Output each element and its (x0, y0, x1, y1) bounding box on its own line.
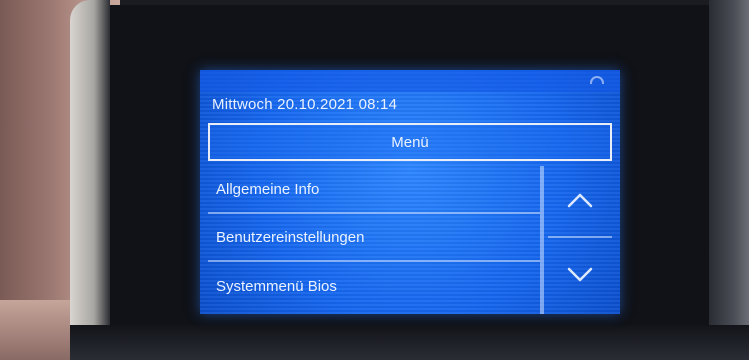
chevron-up-icon (567, 193, 593, 208)
menu-item-systemmenu-bios[interactable]: Systemmenü Bios (208, 262, 540, 310)
menu-title[interactable]: Menü (208, 123, 612, 161)
device-left-bezel (70, 0, 110, 360)
menu-title-label: Menü (391, 133, 429, 151)
menu-item-allgemeine-info[interactable]: Allgemeine Info (208, 166, 540, 214)
menu-item-label: Allgemeine Info (216, 180, 320, 198)
chevron-down-icon (567, 267, 593, 282)
menu-item-label: Systemmenü Bios (216, 277, 337, 295)
menu-item-benutzereinstellungen[interactable]: Benutzereinstellungen (208, 214, 540, 262)
scroll-down-button[interactable] (548, 238, 612, 310)
photo-hand-lower (0, 300, 80, 360)
wifi-icon (590, 76, 604, 84)
scroll-controls (548, 166, 612, 314)
date-time-label: Mittwoch 20.10.2021 08:14 (212, 96, 398, 113)
photo-background-right (709, 0, 749, 360)
status-strip (200, 70, 620, 92)
menu-item-label: Benutzereinstellungen (216, 228, 365, 246)
menu-list: Allgemeine Info Benutzereinstellungen Sy… (208, 166, 540, 310)
scroll-up-button[interactable] (548, 166, 612, 238)
touch-screen: Mittwoch 20.10.2021 08:14 Menü Allgemein… (200, 70, 620, 314)
device-bottom-edge (70, 325, 749, 360)
list-divider (540, 166, 544, 314)
